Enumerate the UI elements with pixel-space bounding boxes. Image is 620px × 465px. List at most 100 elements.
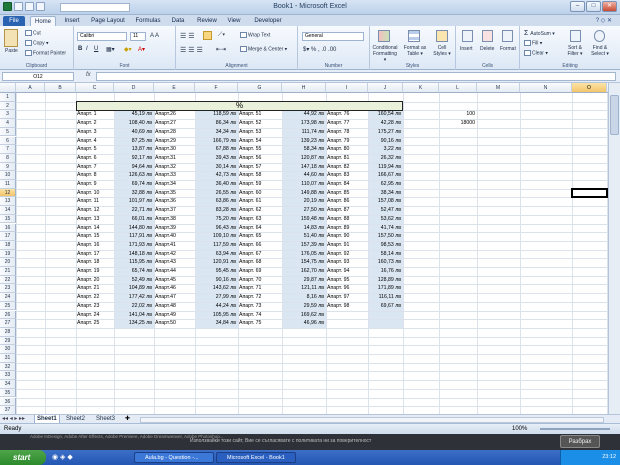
apartment-name-cell[interactable]: Апарт. 72	[239, 293, 281, 302]
row-header[interactable]: 14	[0, 206, 16, 215]
apartment-name-cell[interactable]: Апарт. 25	[77, 319, 113, 328]
find-select-icon[interactable]	[594, 30, 605, 42]
amount-cell[interactable]: 87,25 лв	[115, 137, 153, 146]
apartment-name-cell[interactable]: Апарт. 65	[239, 232, 281, 241]
column-header[interactable]: N	[520, 83, 572, 93]
amount-cell[interactable]: 139,23 лв	[283, 137, 325, 146]
select-all-corner[interactable]	[0, 83, 16, 93]
amount-cell[interactable]: 108,40 лв	[115, 119, 153, 128]
apartment-name-cell[interactable]: Апарт. 19	[77, 267, 113, 276]
amount-cell[interactable]: 119,94 лв	[369, 163, 402, 172]
amount-cell[interactable]: 171,93 лв	[115, 241, 153, 250]
apartment-name-cell[interactable]: Апарт. 14	[77, 224, 113, 233]
tab-home[interactable]: Home	[30, 16, 56, 26]
tab-formulas[interactable]: Formulas	[132, 16, 164, 26]
amount-cell[interactable]: 29,59 лв	[283, 302, 325, 311]
amount-cell[interactable]: 160,54 лв	[369, 110, 402, 119]
apartment-name-cell[interactable]: Апарт. 90	[327, 232, 367, 241]
tab-review[interactable]: Review	[194, 16, 220, 26]
insert-button[interactable]: Insert	[460, 46, 473, 52]
apartment-name-cell[interactable]: Апарт.38	[155, 215, 194, 224]
apartment-name-cell[interactable]: Апарт. 23	[77, 302, 113, 311]
row-header[interactable]: 34	[0, 380, 16, 389]
amount-cell[interactable]: 44,24 лв	[196, 302, 237, 311]
amount-cell[interactable]: 14,83 лв	[283, 224, 325, 233]
row-header[interactable]: 23	[0, 284, 16, 294]
format-table-button[interactable]: Format as Table ▾	[402, 45, 428, 57]
tab-data[interactable]: Data	[168, 16, 188, 26]
amount-cell[interactable]: 27,99 лв	[196, 293, 237, 302]
amount-cell[interactable]: 126,63 лв	[115, 171, 153, 180]
amount-cell[interactable]: 171,89 лв	[369, 284, 402, 293]
apartment-name-cell[interactable]: Апарт.29	[155, 137, 194, 146]
amount-cell[interactable]: 30,14 лв	[196, 163, 237, 172]
sort-filter-button[interactable]: Sort & Filter ▾	[564, 45, 586, 57]
clear-button[interactable]: Clear ▾	[524, 50, 548, 56]
underline-icon[interactable]: U	[94, 46, 98, 52]
font-size-select[interactable]: 11	[130, 32, 146, 41]
amount-cell[interactable]: 34,34 лв	[196, 128, 237, 137]
tab-developer[interactable]: Developer	[250, 16, 286, 26]
amount-cell[interactable]: 75,20 лв	[196, 215, 237, 224]
font-name-select[interactable]: Calibri	[77, 32, 127, 41]
amount-cell[interactable]: 65,74 лв	[115, 267, 153, 276]
column-header[interactable]: L	[439, 83, 477, 93]
name-box[interactable]: O12	[2, 72, 74, 81]
amount-cell[interactable]: 117,59 лв	[196, 241, 237, 250]
apartment-name-cell[interactable]: Апарт. 58	[239, 171, 281, 180]
amount-cell[interactable]: 22,02 лв	[115, 302, 153, 311]
column-header[interactable]: I	[326, 83, 368, 93]
amount-cell[interactable]: 86,34 лв	[196, 119, 237, 128]
amount-cell[interactable]: 90,16 лв	[196, 276, 237, 285]
cut-button[interactable]: Cut	[25, 30, 41, 36]
format-button[interactable]: Format	[500, 46, 516, 52]
apartment-name-cell[interactable]: Апарт. 16	[77, 241, 113, 250]
row-header[interactable]: 3	[0, 110, 16, 120]
close-icon[interactable]: ✕	[602, 1, 617, 12]
apartment-name-cell[interactable]: Апарт. 96	[327, 284, 367, 293]
apartment-name-cell[interactable]: Апарт. 9	[77, 180, 113, 189]
maximize-icon[interactable]: □	[586, 1, 601, 12]
amount-cell[interactable]: 101,97 лв	[115, 197, 153, 206]
autosum-button[interactable]: Σ AutoSum ▾	[524, 30, 555, 37]
amount-cell[interactable]: 169,62 лв	[283, 311, 325, 320]
row-header[interactable]: 2	[0, 101, 16, 111]
apartment-name-cell[interactable]: Апарт. 70	[239, 276, 281, 285]
amount-cell[interactable]: 45,19 лв	[115, 110, 153, 119]
column-header[interactable]: O	[572, 83, 607, 93]
amount-cell[interactable]: 111,74 лв	[283, 128, 325, 137]
quicklaunch-icons[interactable]: ◉ ◈ ◆	[52, 453, 73, 461]
format-table-icon[interactable]	[408, 30, 420, 42]
delete-button[interactable]: Delete	[480, 46, 494, 52]
tab-view[interactable]: View	[224, 16, 244, 26]
column-header[interactable]: C	[76, 83, 114, 93]
amount-cell[interactable]: 109,10 лв	[196, 232, 237, 241]
minimize-icon[interactable]: –	[570, 1, 585, 12]
row-header[interactable]: 17	[0, 232, 16, 241]
apartment-name-cell[interactable]: Апарт.31	[155, 154, 194, 163]
help-icon[interactable]: ? ◇ ✕	[596, 17, 612, 24]
apartment-name-cell[interactable]: Апарт.33	[155, 171, 194, 180]
apartment-name-cell[interactable]: Апарт. 79	[327, 137, 367, 146]
amount-cell[interactable]: 26,32 лв	[369, 154, 402, 163]
borders-icon[interactable]: ▦▾	[106, 46, 115, 53]
apartment-name-cell[interactable]: Апарт. 21	[77, 284, 113, 293]
row-header[interactable]: 7	[0, 145, 16, 154]
apartment-name-cell[interactable]: Апарт.50	[155, 319, 194, 328]
amount-cell[interactable]: 141,04 лв	[115, 311, 153, 320]
apartment-name-cell[interactable]: Апарт. 51	[239, 110, 281, 119]
apartment-name-cell[interactable]: Апарт. 88	[327, 215, 367, 224]
taskbar-excel[interactable]: Microsoft Excel - Book1	[216, 452, 296, 463]
amount-cell[interactable]: 159,48 лв	[283, 215, 325, 224]
amount-cell[interactable]: 41,74 лв	[369, 224, 402, 233]
row-header[interactable]: 18	[0, 240, 16, 250]
amount-cell[interactable]: 3,22 лв	[369, 145, 402, 154]
amount-cell[interactable]: 110,07 лв	[283, 180, 325, 189]
apartment-name-cell[interactable]: Апарт.46	[155, 284, 194, 293]
amount-cell[interactable]: 52,49 лв	[115, 276, 153, 285]
apartment-name-cell[interactable]: Апарт.40	[155, 232, 194, 241]
italic-icon[interactable]: I	[86, 46, 88, 52]
apartment-name-cell[interactable]: Апарт.28	[155, 128, 194, 137]
amount-cell[interactable]: 94,64 лв	[115, 163, 153, 172]
row-header[interactable]: 31	[0, 354, 16, 363]
